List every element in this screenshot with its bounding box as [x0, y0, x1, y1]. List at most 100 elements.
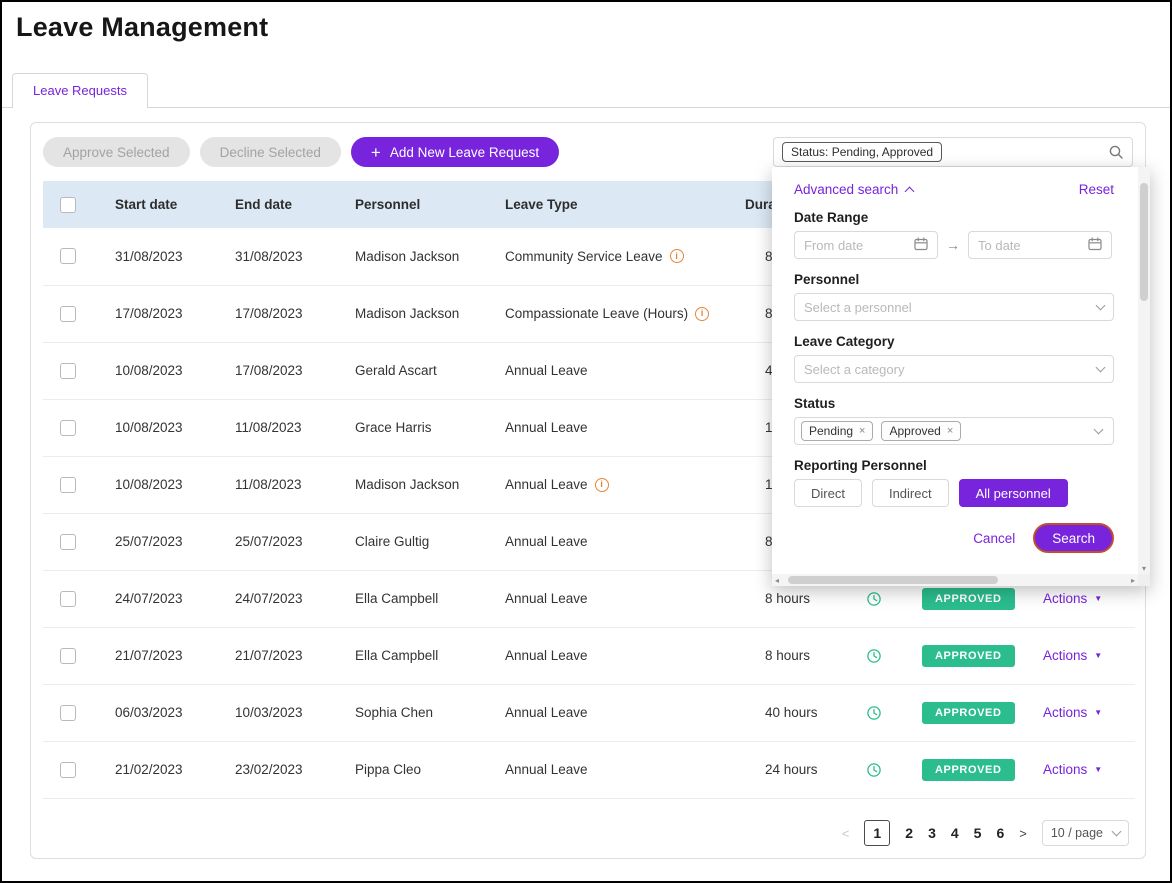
- reporting-direct-button[interactable]: Direct: [794, 479, 862, 507]
- row-checkbox[interactable]: [60, 248, 76, 264]
- pagination: < 123456 > 10 / page: [842, 820, 1129, 846]
- info-icon[interactable]: i: [695, 307, 709, 321]
- leave-type: Compassionate Leave (Hours): [505, 306, 688, 321]
- row-checkbox[interactable]: [60, 705, 76, 721]
- status-badge: APPROVED: [922, 759, 1015, 781]
- calendar-icon: [914, 237, 928, 254]
- actions-label: Actions: [1043, 591, 1087, 606]
- actions-link[interactable]: Actions ▼: [1043, 648, 1102, 663]
- search-icon[interactable]: [1108, 144, 1124, 160]
- row-checkbox[interactable]: [60, 648, 76, 664]
- row-checkbox[interactable]: [60, 591, 76, 607]
- actions-link[interactable]: Actions ▼: [1043, 705, 1102, 720]
- row-checkbox[interactable]: [60, 534, 76, 550]
- scroll-down-icon[interactable]: ▾: [1138, 564, 1150, 573]
- reporting-personnel-label: Reporting Personnel: [794, 458, 1114, 473]
- search-input[interactable]: Status: Pending, Approved: [773, 137, 1133, 167]
- personnel-select[interactable]: Select a personnel: [794, 293, 1114, 321]
- info-icon[interactable]: i: [595, 478, 609, 492]
- horizontal-scrollbar[interactable]: ◂ ▸: [772, 574, 1138, 586]
- add-leave-request-button[interactable]: + Add New Leave Request: [351, 137, 559, 167]
- personnel-name: Ella Campbell: [355, 591, 438, 606]
- from-date-input[interactable]: From date: [794, 231, 938, 259]
- row-checkbox[interactable]: [60, 762, 76, 778]
- pagination-prev[interactable]: <: [842, 826, 850, 841]
- search-button[interactable]: Search: [1033, 523, 1114, 553]
- caret-down-icon: ▼: [1094, 594, 1102, 603]
- pagination-page[interactable]: 3: [928, 825, 936, 841]
- status-tag-approved[interactable]: Approved ×: [881, 421, 961, 441]
- calendar-icon: [1088, 237, 1102, 254]
- to-date-input[interactable]: To date: [968, 231, 1112, 259]
- pagination-page[interactable]: 6: [996, 825, 1004, 841]
- status-label: Status: [794, 396, 1114, 411]
- horizontal-scrollbar-thumb[interactable]: [788, 576, 998, 584]
- reporting-all-personnel-button[interactable]: All personnel: [959, 479, 1068, 507]
- actions-link[interactable]: Actions ▼: [1043, 591, 1102, 606]
- col-leave-type: Leave Type: [483, 181, 723, 228]
- approve-selected-button[interactable]: Approve Selected: [43, 137, 190, 167]
- leave-category-label: Leave Category: [794, 334, 1114, 349]
- leave-type-cell: Annual Leavei: [483, 456, 723, 513]
- pagination-page[interactable]: 5: [974, 825, 982, 841]
- close-icon[interactable]: ×: [859, 425, 865, 437]
- leave-type: Annual Leave: [505, 420, 588, 435]
- pagination-page[interactable]: 2: [905, 825, 913, 841]
- row-checkbox[interactable]: [60, 477, 76, 493]
- advanced-search-panel: Advanced search Reset Date Range From da…: [772, 167, 1150, 586]
- leave-type: Annual Leave: [505, 705, 588, 720]
- personnel-placeholder: Select a personnel: [804, 300, 912, 315]
- select-all-checkbox[interactable]: [60, 197, 76, 213]
- scrollbar-corner: [1138, 574, 1150, 586]
- start-date-cell: 06/03/2023: [93, 684, 213, 741]
- personnel-name: Pippa Cleo: [355, 762, 421, 777]
- status-tag-pending[interactable]: Pending ×: [801, 421, 873, 441]
- to-date-placeholder: To date: [978, 238, 1021, 253]
- vertical-scrollbar-thumb[interactable]: [1140, 183, 1148, 301]
- page-size-select[interactable]: 10 / page: [1042, 820, 1129, 846]
- personnel-cell: Madison Jackson: [333, 456, 483, 513]
- end-date: 31/08/2023: [235, 249, 303, 264]
- search-filter-tag[interactable]: Status: Pending, Approved: [782, 142, 942, 162]
- decline-selected-button[interactable]: Decline Selected: [200, 137, 341, 167]
- end-date: 21/07/2023: [235, 648, 303, 663]
- info-icon[interactable]: i: [670, 249, 684, 263]
- chevron-down-icon: [1096, 301, 1106, 311]
- clock-icon[interactable]: [866, 705, 882, 721]
- pagination-page[interactable]: 1: [864, 820, 890, 846]
- tab-leave-requests[interactable]: Leave Requests: [12, 73, 148, 108]
- clock-icon[interactable]: [866, 591, 882, 607]
- personnel-name: Madison Jackson: [355, 477, 459, 492]
- clock-icon[interactable]: [866, 762, 882, 778]
- leave-category-select[interactable]: Select a category: [794, 355, 1114, 383]
- close-icon[interactable]: ×: [947, 425, 953, 437]
- reporting-indirect-button[interactable]: Indirect: [872, 479, 949, 507]
- scroll-right-icon[interactable]: ▸: [1131, 576, 1135, 585]
- table-row: 06/03/2023 10/03/2023 Sophia Chen Annual…: [43, 684, 1135, 741]
- advanced-search-toggle[interactable]: Advanced search: [794, 182, 913, 197]
- actions-cell: Actions ▼: [1043, 627, 1135, 684]
- leave-type: Annual Leave: [505, 363, 588, 378]
- status-multiselect[interactable]: Pending × Approved ×: [794, 417, 1114, 445]
- duration: 40 hours: [765, 705, 818, 720]
- pagination-next[interactable]: >: [1019, 826, 1027, 841]
- arrow-right-icon: →: [946, 237, 960, 253]
- status-cell: APPROVED: [913, 627, 1043, 684]
- status-badge: APPROVED: [922, 588, 1015, 610]
- pagination-page[interactable]: 4: [951, 825, 959, 841]
- row-checkbox[interactable]: [60, 306, 76, 322]
- scroll-left-icon[interactable]: ◂: [775, 576, 779, 585]
- reset-link[interactable]: Reset: [1079, 182, 1114, 197]
- personnel-cell: Grace Harris: [333, 399, 483, 456]
- actions-cell: Actions ▼: [1043, 684, 1135, 741]
- clock-icon[interactable]: [866, 648, 882, 664]
- actions-link[interactable]: Actions ▼: [1043, 762, 1102, 777]
- end-date-cell: 23/02/2023: [213, 741, 333, 798]
- leave-type-cell: Compassionate Leave (Hours) i: [483, 285, 723, 342]
- status-cell: APPROVED: [913, 684, 1043, 741]
- vertical-scrollbar[interactable]: ▾: [1138, 167, 1150, 574]
- row-checkbox[interactable]: [60, 363, 76, 379]
- personnel-label: Personnel: [794, 272, 1114, 287]
- cancel-link[interactable]: Cancel: [973, 531, 1015, 546]
- row-checkbox[interactable]: [60, 420, 76, 436]
